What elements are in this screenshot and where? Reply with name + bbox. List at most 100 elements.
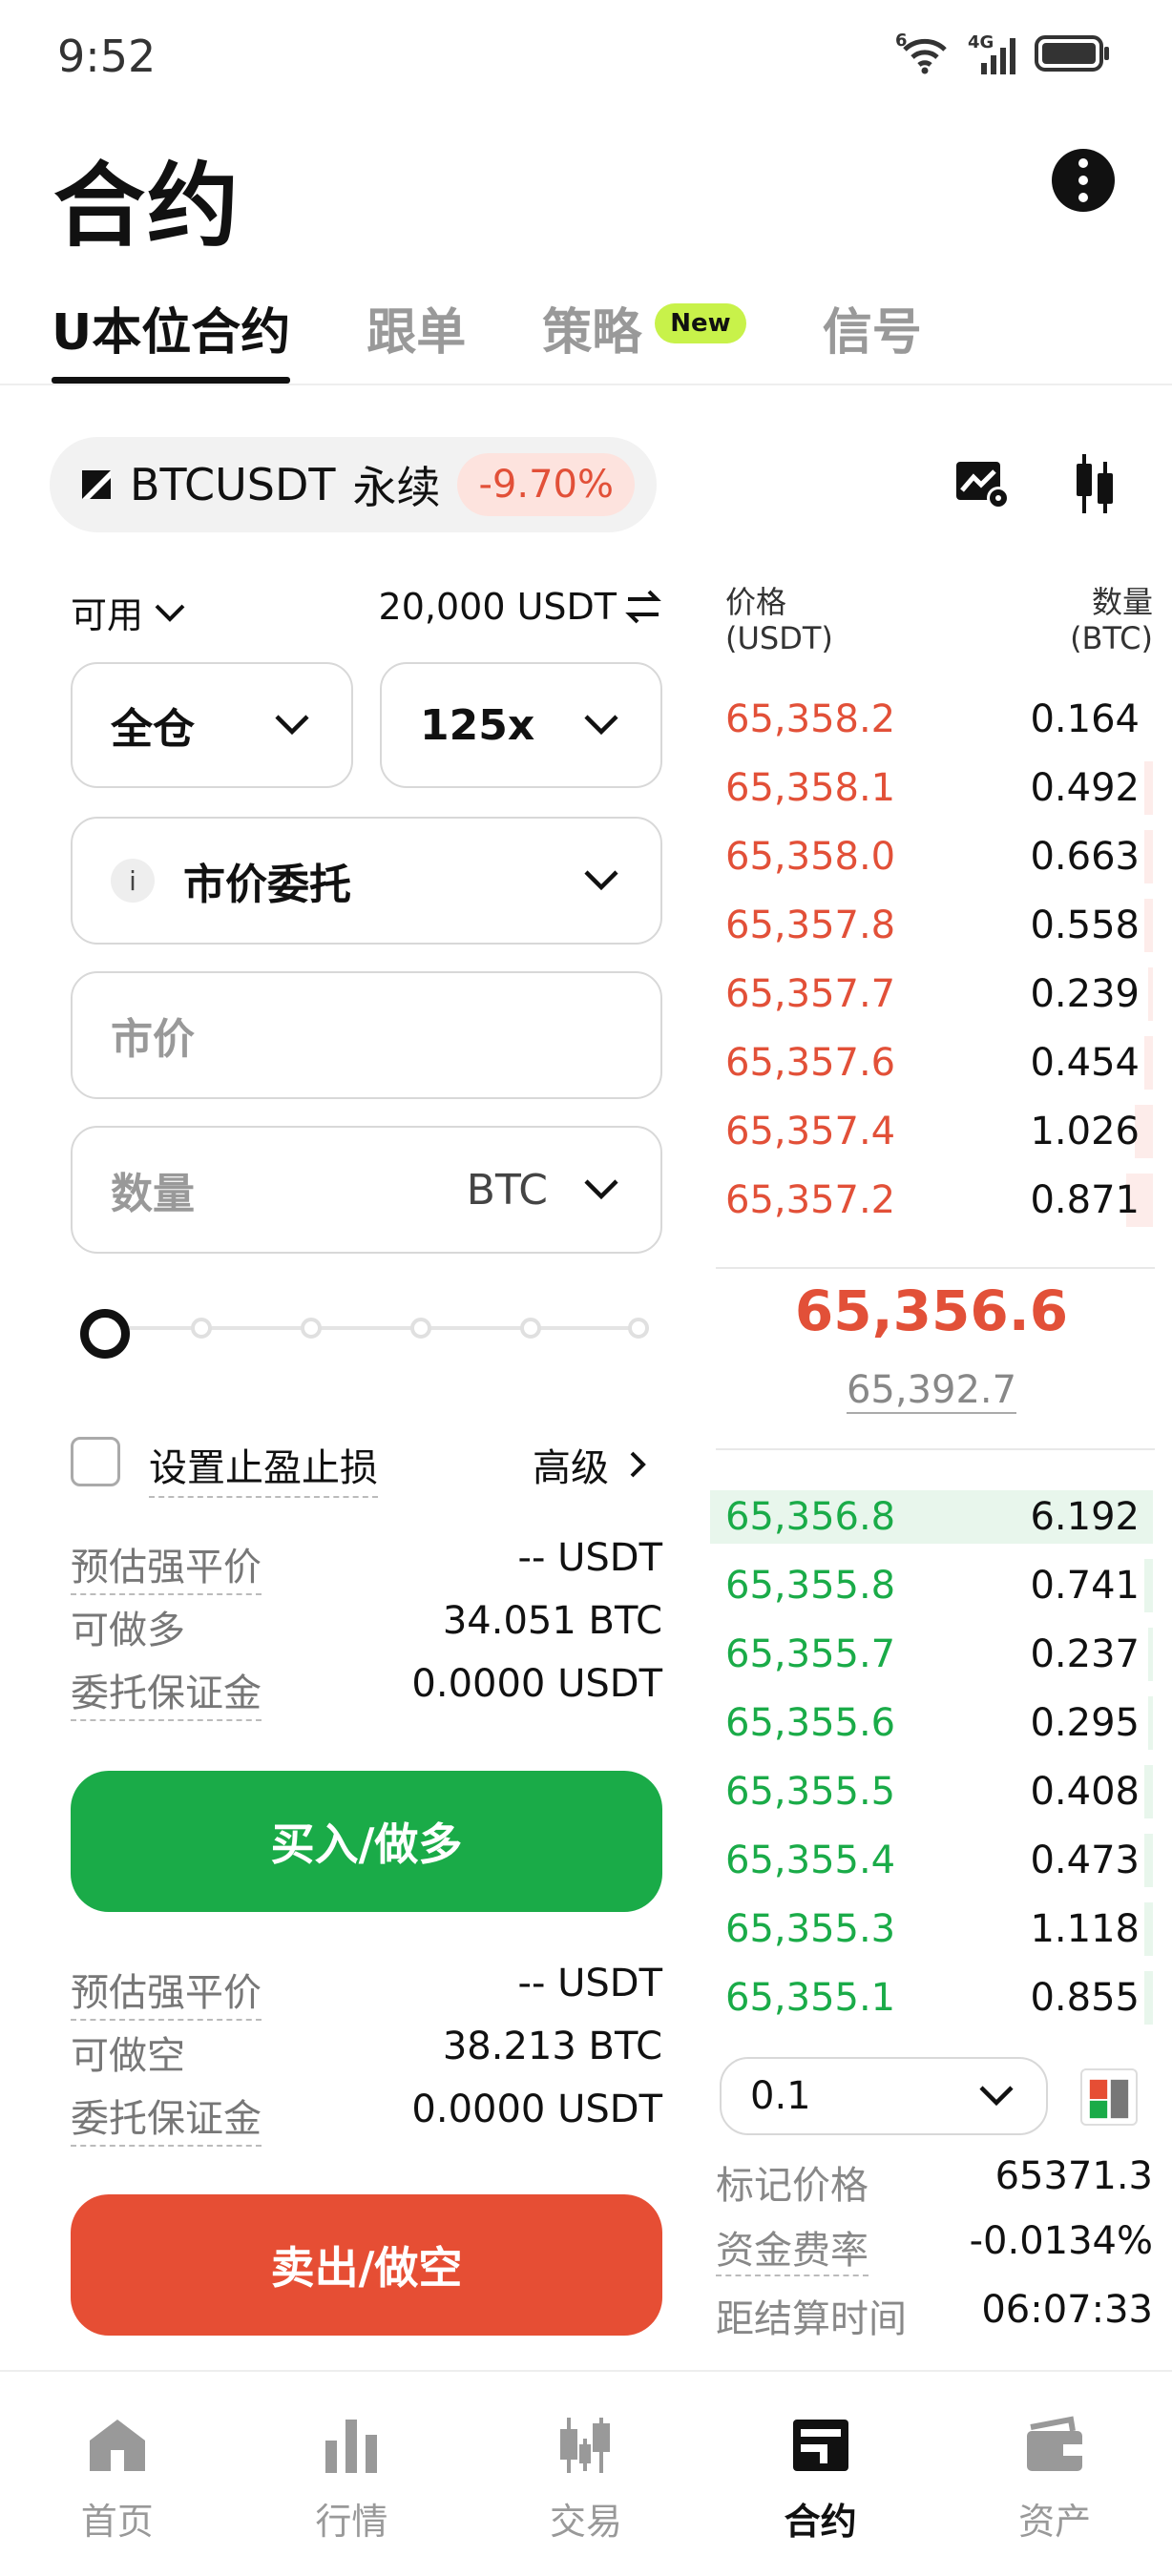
price-header-unit: (USDT) [725, 620, 833, 656]
order-qty: 0.855 [1030, 1976, 1140, 2020]
wifi-label: 6 [895, 31, 908, 51]
tpsl-label[interactable]: 设置止盈止损 [149, 1437, 378, 1498]
status-icons: 6 4G [895, 31, 1111, 76]
quantity-placeholder: 数量 [111, 1170, 195, 1218]
ask-row[interactable]: 65,357.4 1.026 [710, 1101, 1153, 1162]
cellular-icon: 4G [968, 32, 1017, 74]
tab-label: 策略 [542, 304, 642, 362]
bid-row[interactable]: 65,355.8 0.741 [710, 1555, 1153, 1616]
slider-step[interactable] [520, 1318, 541, 1339]
bid-row[interactable]: 65,356.8 6.192 [710, 1486, 1153, 1548]
tab-usdt-futures[interactable]: U本位合约 [52, 292, 291, 384]
last-price[interactable]: 65,356.6 [710, 1278, 1153, 1343]
chevron-down-icon [275, 715, 309, 736]
advanced-button[interactable]: 高级 [533, 1437, 647, 1492]
order-price: 65,355.8 [725, 1564, 896, 1608]
orderbook-layout-icon[interactable] [1080, 2068, 1138, 2126]
ask-row[interactable]: 65,357.7 0.239 [710, 964, 1153, 1025]
mark-price-mid: 65,392.7 [710, 1368, 1153, 1414]
order-margin-label[interactable]: 委托保证金 [71, 2088, 262, 2147]
wallet-icon [1027, 2416, 1083, 2471]
nav-contracts[interactable]: 合约 [725, 2372, 916, 2576]
ask-row[interactable]: 65,358.0 0.663 [710, 826, 1153, 887]
quantity-input[interactable]: 数量 BTC [71, 1126, 662, 1254]
margin-mode-select[interactable]: 全仓 [71, 662, 353, 788]
nav-trade[interactable]: 交易 [491, 2372, 681, 2576]
order-price: 65,355.1 [725, 1976, 896, 2020]
buy-long-button[interactable]: 买入/做多 [71, 1771, 662, 1912]
ask-row[interactable]: 65,357.8 0.558 [710, 895, 1153, 956]
quantity-unit: BTC [466, 1165, 548, 1215]
bid-row[interactable]: 65,355.3 1.118 [710, 1899, 1153, 1960]
nav-home[interactable]: 首页 [22, 2372, 213, 2576]
nav-label: 交易 [549, 2501, 622, 2543]
order-price: 65,357.2 [725, 1178, 896, 1222]
chart-settings-icon[interactable] [954, 458, 1012, 511]
sell-short-button[interactable]: 卖出/做空 [71, 2194, 662, 2336]
liq-price-label[interactable]: 预估强平价 [71, 1536, 262, 1595]
symbol-selector[interactable]: BTCUSDT 永续 -9.70% [50, 437, 657, 532]
price-input[interactable]: 市价 [71, 971, 662, 1099]
tab-copy-trading[interactable]: 跟单 [366, 292, 466, 384]
info-icon[interactable]: i [111, 859, 155, 903]
order-price: 65,357.7 [725, 972, 896, 1016]
available-label: 可用 [71, 594, 144, 636]
leverage-select[interactable]: 125x [380, 662, 662, 788]
tab-signals[interactable]: 信号 [823, 292, 922, 384]
order-qty: 0.295 [1030, 1701, 1140, 1745]
layout-icon [1089, 2079, 1129, 2119]
liq-price-value: -- USDT [517, 1536, 662, 1580]
candlestick-icon[interactable] [1073, 454, 1115, 513]
nav-assets[interactable]: 资产 [959, 2372, 1150, 2576]
bid-row[interactable]: 65,355.6 0.295 [710, 1693, 1153, 1754]
funding-rate-label[interactable]: 资金费率 [716, 2219, 869, 2276]
new-badge: New [655, 303, 746, 343]
slider-step[interactable] [628, 1318, 649, 1339]
liq-price-label[interactable]: 预估强平价 [71, 1962, 262, 2021]
network-label: 4G [968, 32, 994, 52]
tab-strategy[interactable]: 策略 New [542, 292, 746, 384]
slider-step[interactable] [301, 1318, 322, 1339]
ask-row[interactable]: 65,357.2 0.871 [710, 1170, 1153, 1231]
symbol-flag-icon [82, 470, 111, 499]
available-dropdown[interactable]: 可用 [71, 586, 189, 638]
ask-row[interactable]: 65,357.6 0.454 [710, 1032, 1153, 1093]
quantity-slider-handle[interactable] [80, 1309, 130, 1359]
order-qty: 0.473 [1030, 1839, 1140, 1882]
order-qty: 0.454 [1030, 1041, 1140, 1085]
bid-row[interactable]: 65,355.5 0.408 [710, 1761, 1153, 1822]
chevron-down-icon [584, 715, 618, 736]
bid-row[interactable]: 65,355.4 0.473 [710, 1830, 1153, 1891]
nav-label: 资产 [1018, 2501, 1092, 2543]
tpsl-checkbox[interactable] [71, 1437, 120, 1486]
transfer-icon[interactable] [624, 588, 662, 626]
ask-row[interactable]: 65,358.1 0.492 [710, 758, 1153, 819]
orderbook-divider [716, 1267, 1155, 1269]
depth-step-select[interactable]: 0.1 [720, 2057, 1048, 2135]
order-qty: 0.239 [1030, 972, 1140, 1016]
nav-label: 首页 [80, 2501, 154, 2543]
order-qty: 1.026 [1030, 1110, 1140, 1153]
available-balance: 20,000 USDT [368, 586, 662, 628]
orderbook-divider [716, 1448, 1155, 1450]
ask-row[interactable]: 65,358.2 0.164 [710, 689, 1153, 750]
home-icon [89, 2420, 145, 2471]
order-margin-label[interactable]: 委托保证金 [71, 1662, 262, 1721]
bid-row[interactable]: 65,355.7 0.237 [710, 1624, 1153, 1685]
mark-price-value: 65371.3 [994, 2154, 1153, 2198]
bid-row[interactable]: 65,355.1 0.855 [710, 1967, 1153, 2028]
quantity-unit-select[interactable]: BTC [467, 1166, 622, 1215]
order-qty: 0.408 [1030, 1770, 1140, 1814]
more-menu-button[interactable] [1052, 149, 1115, 212]
mark-price-value: 65,392.7 [846, 1368, 1017, 1414]
slider-step[interactable] [191, 1318, 212, 1339]
slider-step[interactable] [410, 1318, 431, 1339]
chevron-down-icon [584, 870, 618, 891]
nav-markets[interactable]: 行情 [256, 2372, 447, 2576]
order-type-select[interactable]: i 市价委托 [71, 817, 662, 945]
order-type-value: 市价委托 [183, 861, 351, 909]
order-margin-value: 0.0000 USDT [411, 1662, 662, 1706]
leverage-value: 125x [420, 700, 535, 750]
max-short-value: 38.213 BTC [442, 2025, 662, 2068]
order-qty: 0.164 [1030, 697, 1140, 741]
